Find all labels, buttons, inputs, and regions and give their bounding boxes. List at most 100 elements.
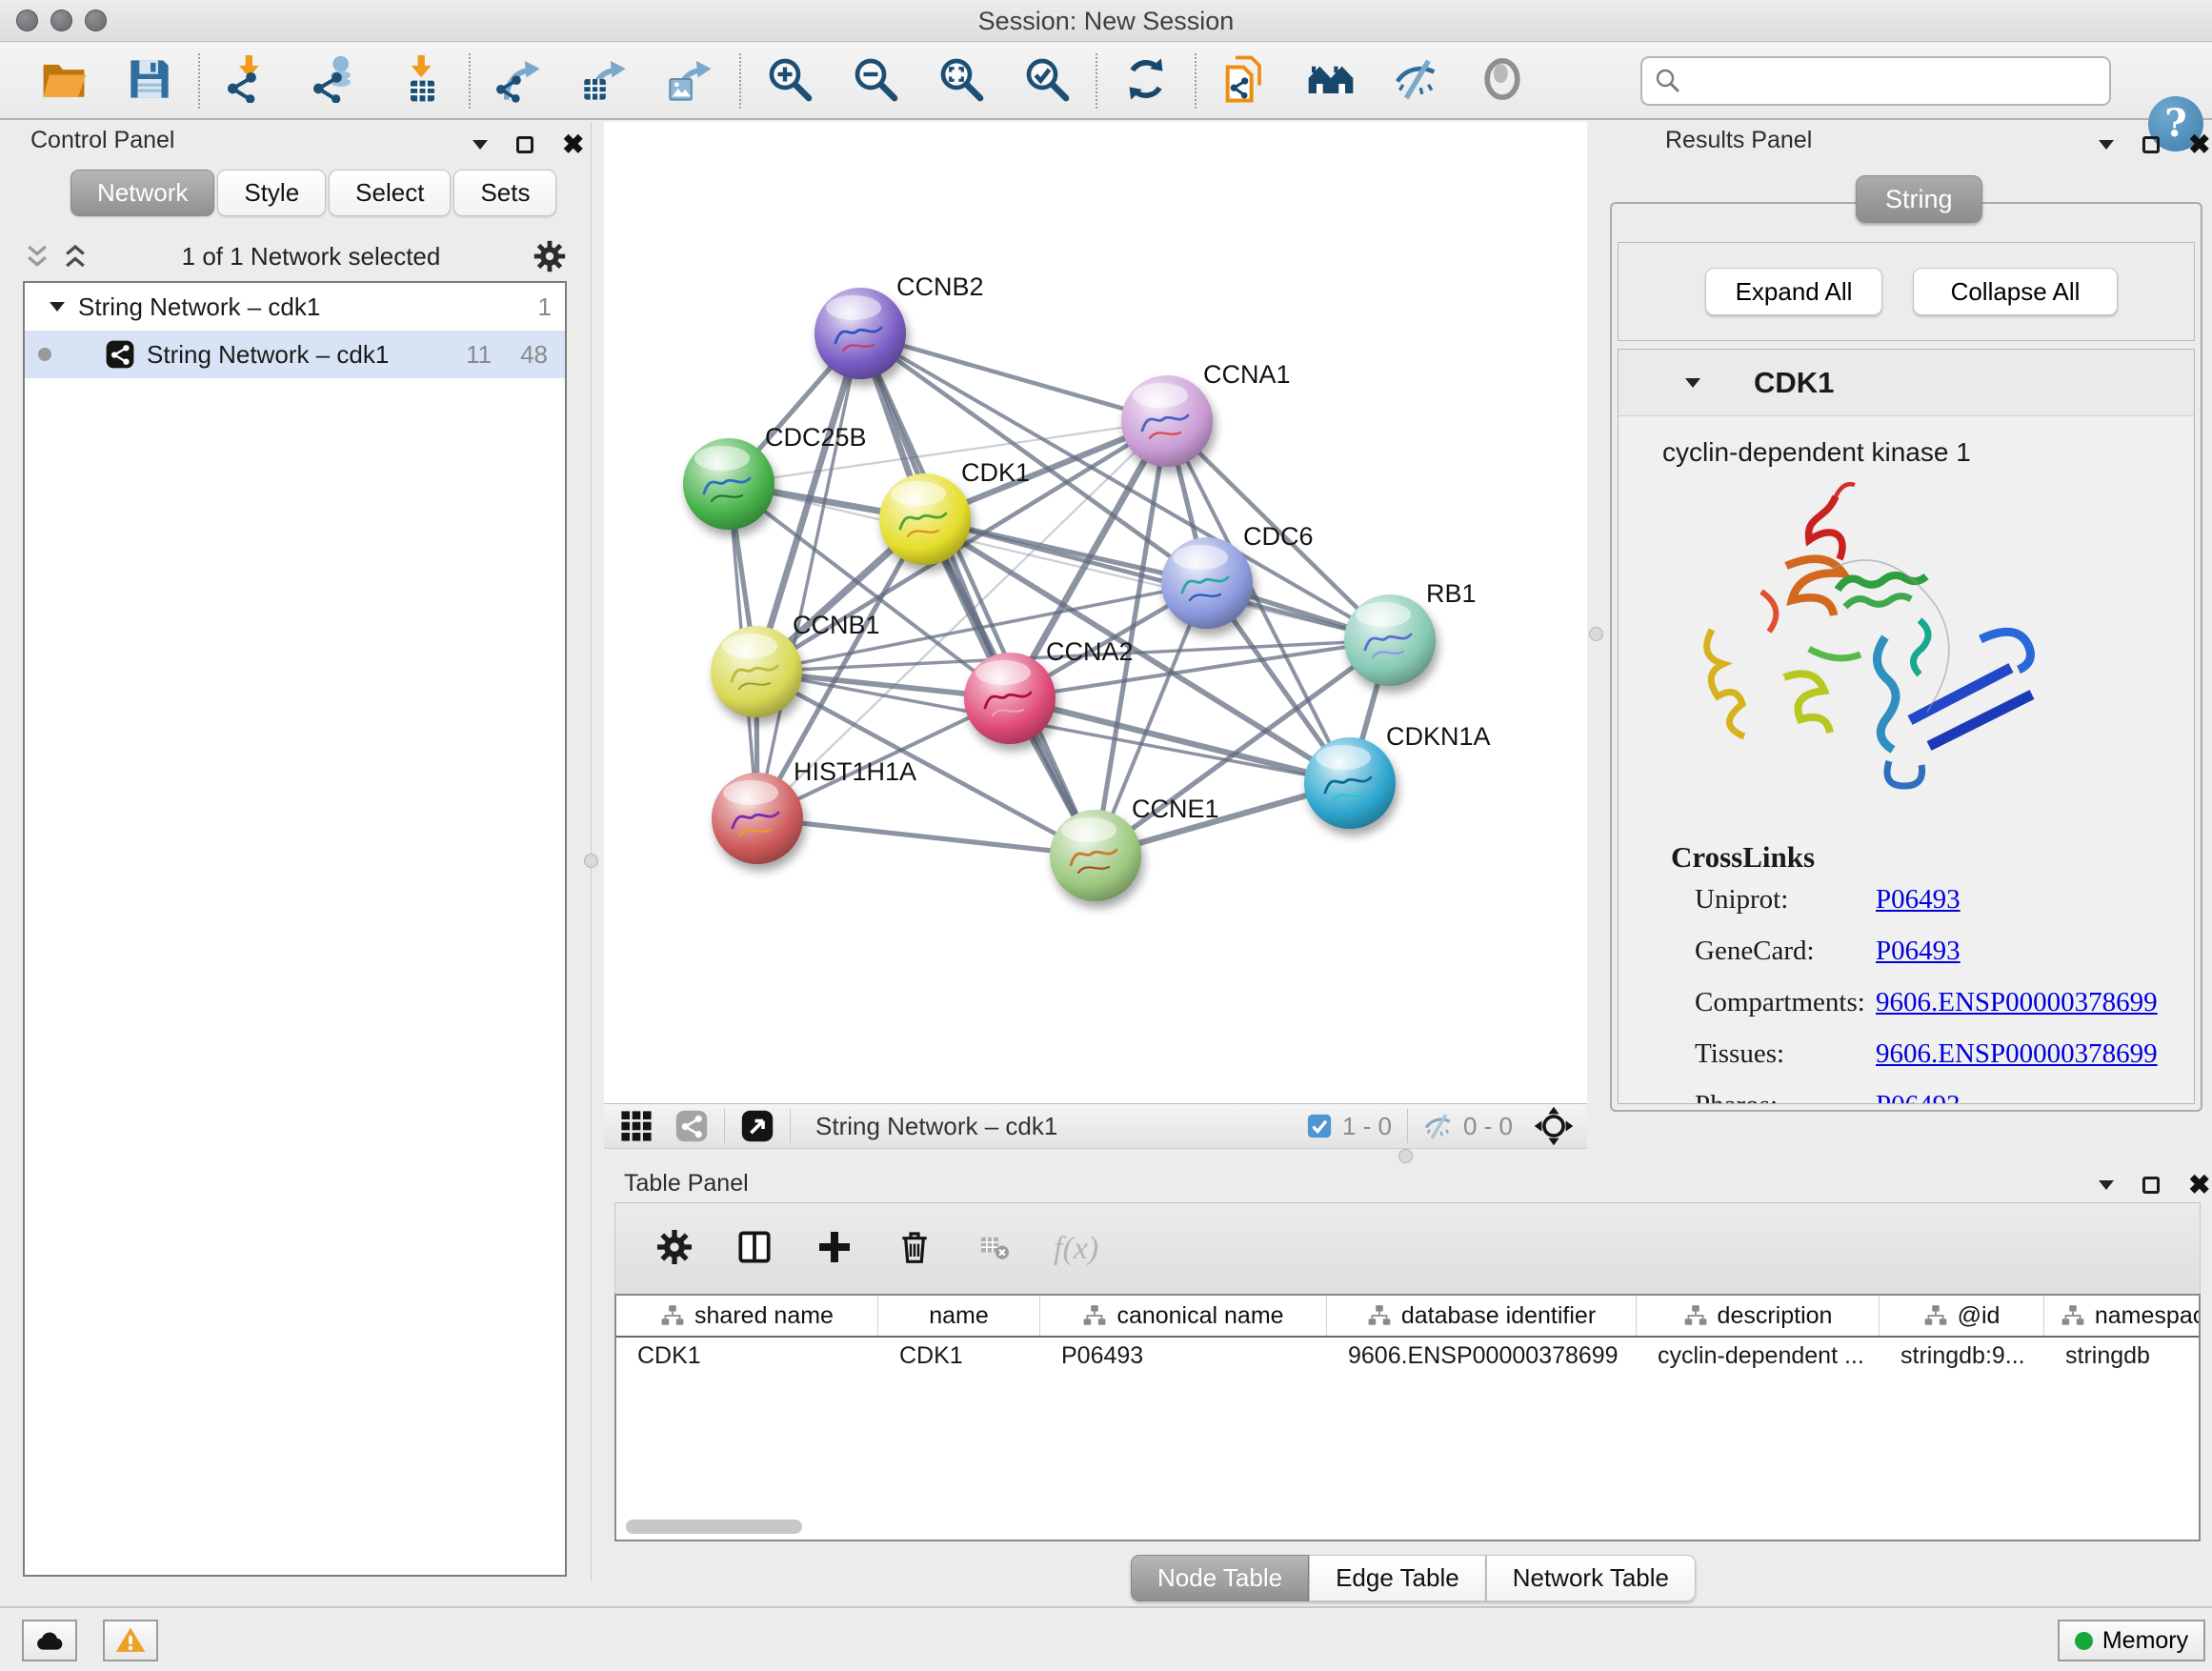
float-panel-icon[interactable] xyxy=(516,136,533,153)
tab-select[interactable]: Select xyxy=(329,170,451,216)
search-field[interactable] xyxy=(1640,56,2111,106)
export-network-button[interactable] xyxy=(493,55,545,107)
create-column-button[interactable] xyxy=(814,1228,855,1270)
float-panel-icon[interactable] xyxy=(2142,136,2160,153)
network-row[interactable]: String Network – cdk1 11 48 xyxy=(25,331,565,378)
results-panel-title: Results Panel xyxy=(1665,127,1812,154)
table-header-row: shared namenamecanonical namedatabase id… xyxy=(616,1296,2199,1338)
panel-divider xyxy=(591,122,592,1581)
close-panel-icon[interactable]: ✖ xyxy=(2188,135,2210,154)
network-node-CCNB1[interactable]: CCNB1 xyxy=(711,611,880,717)
network-node-RB1[interactable]: RB1 xyxy=(1344,579,1477,686)
crosslink-link[interactable]: P06493 xyxy=(1876,1090,1961,1104)
grid-view-icon[interactable] xyxy=(619,1109,654,1143)
gear-icon[interactable] xyxy=(533,239,567,273)
export-table-button[interactable] xyxy=(579,55,631,107)
refresh-button[interactable] xyxy=(1120,55,1172,107)
node-label: CDC25B xyxy=(765,423,867,452)
collapse-panel-icon[interactable] xyxy=(2099,140,2114,150)
tab-network-table[interactable]: Network Table xyxy=(1486,1555,1696,1601)
column-header-canonical-name[interactable]: canonical name xyxy=(1040,1296,1327,1336)
table-toolbar: f(x) xyxy=(614,1202,2201,1294)
section-expander-icon[interactable] xyxy=(1685,378,1700,388)
cloud-button[interactable] xyxy=(22,1620,77,1661)
collapse-panel-icon[interactable] xyxy=(2099,1180,2114,1190)
search-input[interactable] xyxy=(1682,60,2109,102)
birdseye-view-icon[interactable] xyxy=(740,1109,774,1143)
home-button[interactable] xyxy=(1305,55,1357,107)
close-panel-icon[interactable]: ✖ xyxy=(2188,1176,2210,1195)
import-table-button[interactable] xyxy=(394,55,446,107)
network-node-HIST1H1A[interactable]: HIST1H1A xyxy=(712,757,916,864)
zoom-selected-button[interactable] xyxy=(1021,55,1073,107)
collapse-all-icon[interactable] xyxy=(23,242,51,271)
hidden-eye-icon[interactable] xyxy=(1423,1111,1454,1141)
import-network-database-button[interactable] xyxy=(309,55,360,107)
table-settings-button[interactable] xyxy=(654,1228,695,1270)
share-view-icon[interactable] xyxy=(674,1109,709,1143)
import-network-icon xyxy=(225,55,272,103)
tab-sets[interactable]: Sets xyxy=(453,170,556,216)
gene-section: CDK1 cyclin-dependent kinase 1 CrossLink… xyxy=(1618,349,2195,1104)
delete-column-button[interactable] xyxy=(894,1228,935,1270)
horizontal-scrollbar-thumb[interactable] xyxy=(626,1520,802,1534)
crosslink-link[interactable]: 9606.ENSP00000378699 xyxy=(1876,1038,2158,1070)
vertical-splitter-handle[interactable] xyxy=(584,854,598,868)
float-panel-icon[interactable] xyxy=(2142,1177,2160,1194)
import-network-file-button[interactable] xyxy=(223,55,274,107)
fit-content-icon[interactable] xyxy=(1534,1106,1574,1146)
column-header-shared-name[interactable]: shared name xyxy=(616,1296,878,1336)
save-session-button[interactable] xyxy=(124,55,175,107)
tab-style[interactable]: Style xyxy=(217,170,326,216)
tree-column-icon xyxy=(1082,1303,1107,1328)
column-header-namespace[interactable]: namespace xyxy=(2044,1296,2201,1336)
column-header-name[interactable]: name xyxy=(878,1296,1040,1336)
network-from-file-button[interactable] xyxy=(1219,55,1271,107)
show-panel-button[interactable] xyxy=(1477,55,1528,107)
collapse-all-button[interactable]: Collapse All xyxy=(1913,268,2118,315)
close-panel-icon[interactable]: ✖ xyxy=(562,135,584,154)
control-panel-controls: ✖ xyxy=(473,135,584,154)
table-cell: stringdb xyxy=(2044,1342,2201,1370)
network-edge xyxy=(925,519,1390,640)
zoom-in-button[interactable] xyxy=(764,55,815,107)
expander-icon[interactable] xyxy=(50,302,65,312)
horizontal-splitter-handle[interactable] xyxy=(1398,1149,1413,1163)
selected-checkbox-icon[interactable] xyxy=(1306,1113,1333,1139)
export-table-icon xyxy=(581,55,629,103)
node-label: CDC6 xyxy=(1243,522,1314,551)
expand-all-button[interactable]: Expand All xyxy=(1705,268,1882,315)
warning-button[interactable] xyxy=(103,1620,158,1661)
column-header-database-identifier[interactable]: database identifier xyxy=(1327,1296,1637,1336)
results-splitter-handle[interactable] xyxy=(1589,627,1603,641)
expand-all-icon[interactable] xyxy=(61,242,90,271)
crosslink-link[interactable]: P06493 xyxy=(1876,884,1961,916)
tree-column-icon xyxy=(660,1303,685,1328)
network-node-CCNA1[interactable]: CCNA1 xyxy=(1121,360,1291,467)
crosslink-link[interactable]: 9606.ENSP00000378699 xyxy=(1876,987,2158,1018)
network-node-CDKN1A[interactable]: CDKN1A xyxy=(1304,722,1491,829)
column-header-description[interactable]: description xyxy=(1637,1296,1880,1336)
memory-button[interactable]: Memory xyxy=(2058,1620,2205,1661)
zoom-fit-button[interactable] xyxy=(935,55,987,107)
table-row[interactable]: CDK1CDK1P064939606.ENSP00000378699cyclin… xyxy=(616,1338,2199,1374)
network-status-dot xyxy=(38,348,51,361)
tab-edge-table[interactable]: Edge Table xyxy=(1309,1555,1486,1601)
tab-network[interactable]: Network xyxy=(70,170,214,216)
network-canvas[interactable]: CCNB2CCNA1CDC25BCDK1CDC6RB1CCNB1CCNA2CDK… xyxy=(604,122,1587,1103)
gene-section-header[interactable]: CDK1 xyxy=(1619,350,2194,416)
collapse-panel-icon[interactable] xyxy=(473,140,488,150)
select-columns-button[interactable] xyxy=(734,1228,775,1270)
column-header--id[interactable]: @id xyxy=(1880,1296,2044,1336)
node-label: CDK1 xyxy=(961,458,1030,487)
crosslink-link[interactable]: P06493 xyxy=(1876,936,1961,967)
hide-panel-button[interactable] xyxy=(1391,55,1442,107)
network-collection-row[interactable]: String Network – cdk1 1 xyxy=(25,283,565,331)
node-label: CCNB2 xyxy=(896,272,984,301)
export-image-button[interactable] xyxy=(665,55,716,107)
open-session-button[interactable] xyxy=(38,55,90,107)
node-count: 11 xyxy=(466,340,492,370)
tab-string[interactable]: String xyxy=(1856,175,1982,223)
tab-node-table[interactable]: Node Table xyxy=(1131,1555,1309,1601)
zoom-out-button[interactable] xyxy=(850,55,901,107)
